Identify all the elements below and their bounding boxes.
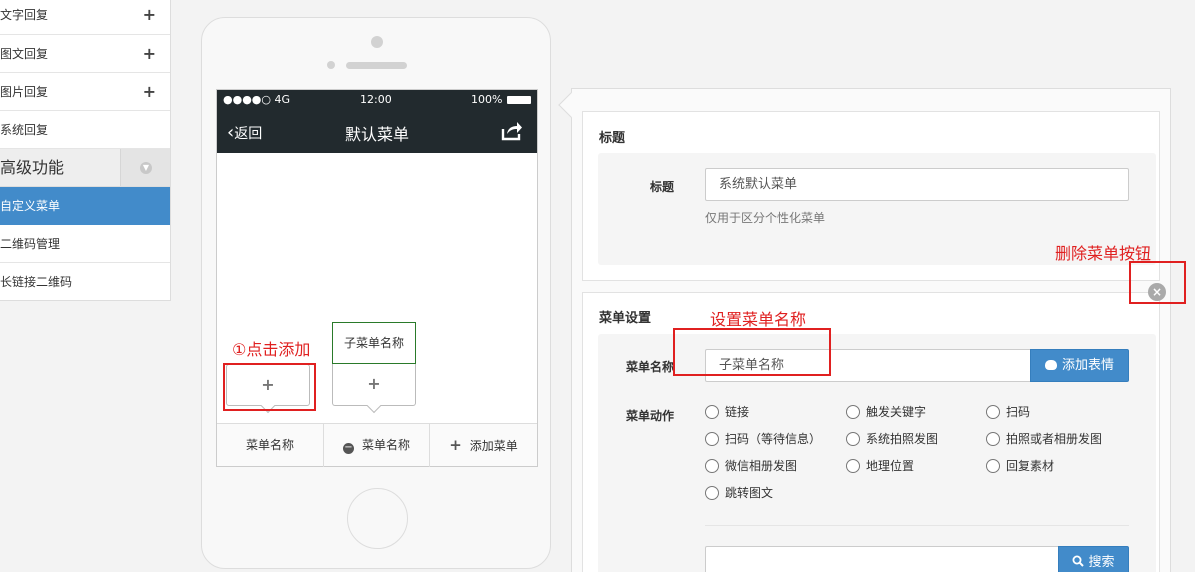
status-bar: ●●●●○ 4G 12:00 100%	[217, 90, 537, 110]
radio-camera[interactable]: 系统拍照发图	[846, 432, 938, 446]
annotation-box-name	[673, 328, 831, 376]
chevron-down-icon: ▼	[140, 162, 152, 174]
radio-camera-or-album[interactable]: 拍照或者相册发图	[986, 432, 1102, 446]
plus-icon[interactable]: +	[143, 73, 156, 111]
menu-item-label: 菜单名称	[361, 438, 410, 452]
plus-icon[interactable]: +	[143, 0, 156, 30]
radio-wechat-album[interactable]: 微信相册发图	[705, 459, 797, 473]
annotation-click-add: ①点击添加	[232, 340, 311, 359]
sidebar-item-image-reply[interactable]: 图片回复 +	[0, 73, 170, 111]
sidebar: 文字回复 + 图文回复 + 图片回复 + 系统回复 高级功能 ▼ 自定义菜单 二…	[0, 0, 171, 301]
menu-item-1[interactable]: 菜单名称	[217, 424, 324, 467]
phone-navbar: ‹返回 默认菜单	[217, 110, 537, 153]
sidebar-item-qrcode[interactable]: 二维码管理	[0, 225, 170, 263]
radio-scan-wait[interactable]: 扫码（等待信息）	[705, 432, 821, 446]
submenu-item[interactable]: 子菜单名称	[332, 322, 416, 364]
title-label: 标题	[650, 180, 675, 194]
menu-item-label: 菜单名称	[245, 438, 294, 452]
emoji-icon	[1044, 360, 1057, 370]
sidebar-item-long-link-qrcode[interactable]: 长链接二维码	[0, 263, 170, 301]
menu-section-heading: 菜单设置	[599, 311, 652, 326]
add-emoji-label: 添加表情	[1061, 358, 1114, 373]
menu-name-label: 菜单名称	[626, 360, 675, 374]
search-label: 搜索	[1088, 555, 1115, 570]
menu-settings-card: 菜单设置 菜单名称 子菜单名称 添加表情 菜单动作 链接 触发关键字 扫码 扫码…	[582, 292, 1160, 572]
sidebar-item-custom-menu[interactable]: 自定义菜单	[0, 187, 170, 225]
sidebar-item-label: 图文回复	[0, 47, 49, 61]
add-submenu-button-2[interactable]: +	[332, 364, 416, 406]
menu-action-label: 菜单动作	[626, 409, 675, 423]
title-help: 仅用于区分个性化菜单	[705, 211, 826, 225]
sidebar-item-label: 自定义菜单	[0, 199, 61, 213]
chevron-box[interactable]: ▼	[120, 149, 170, 186]
phone-speaker	[346, 62, 407, 69]
minus-circle-icon[interactable]: −	[342, 443, 354, 454]
phone-menubar: 菜单名称 − 菜单名称 + 添加菜单	[217, 423, 537, 467]
add-menu-label: 添加菜单	[469, 439, 518, 453]
signal-text: ●●●●○ 4G	[223, 93, 291, 106]
battery-text: 100%	[471, 93, 503, 106]
radio-jump-news[interactable]: 跳转图文	[705, 486, 773, 500]
menu-title: 默认菜单	[344, 125, 409, 144]
divider	[705, 525, 1129, 526]
title-input[interactable]: 系统默认菜单	[705, 168, 1129, 201]
title-section-heading: 标题	[599, 131, 626, 146]
phone-camera	[371, 36, 383, 48]
share-icon[interactable]	[501, 121, 523, 141]
add-emoji-button[interactable]: 添加表情	[1030, 349, 1129, 382]
sidebar-item-label: 二维码管理	[0, 237, 61, 251]
search-icon	[1072, 555, 1085, 567]
plus-icon: +	[449, 436, 462, 454]
sidebar-group-label: 高级功能	[0, 158, 65, 177]
sidebar-item-system-reply[interactable]: 系统回复	[0, 111, 170, 149]
plus-icon[interactable]: +	[143, 35, 156, 73]
menu-item-2[interactable]: − 菜单名称	[324, 424, 430, 467]
sidebar-item-news-reply[interactable]: 图文回复 +	[0, 35, 170, 73]
sidebar-item-label: 长链接二维码	[0, 275, 73, 289]
add-menu-button[interactable]: + 添加菜单	[430, 424, 537, 467]
sidebar-item-label: 图片回复	[0, 85, 49, 99]
radio-keyword[interactable]: 触发关键字	[846, 405, 926, 419]
annotation-set-name: 设置菜单名称	[710, 310, 807, 329]
radio-location[interactable]: 地理位置	[846, 459, 914, 473]
status-time: 12:00	[360, 93, 392, 106]
search-input[interactable]	[705, 546, 1059, 572]
radio-link[interactable]: 链接	[705, 405, 749, 419]
sidebar-item-text-reply[interactable]: 文字回复 +	[0, 0, 170, 35]
radio-scan[interactable]: 扫码	[986, 405, 1030, 419]
phone-sensor	[327, 61, 335, 69]
home-button	[347, 488, 408, 549]
annotation-delete-button: 删除菜单按钮	[1055, 244, 1152, 263]
search-button[interactable]: 搜索	[1058, 546, 1129, 572]
phone-mockup: ●●●●○ 4G 12:00 100% ‹返回 默认菜单 + 子菜单名称 + 菜…	[201, 17, 551, 569]
sidebar-item-label: 文字回复	[0, 8, 49, 22]
sidebar-item-label: 系统回复	[0, 123, 49, 137]
annotation-box-add	[223, 363, 316, 411]
annotation-box-delete	[1129, 261, 1186, 304]
sidebar-group-advanced[interactable]: 高级功能 ▼	[0, 149, 170, 187]
radio-reply-material[interactable]: 回复素材	[986, 459, 1054, 473]
battery-icon	[507, 96, 531, 104]
